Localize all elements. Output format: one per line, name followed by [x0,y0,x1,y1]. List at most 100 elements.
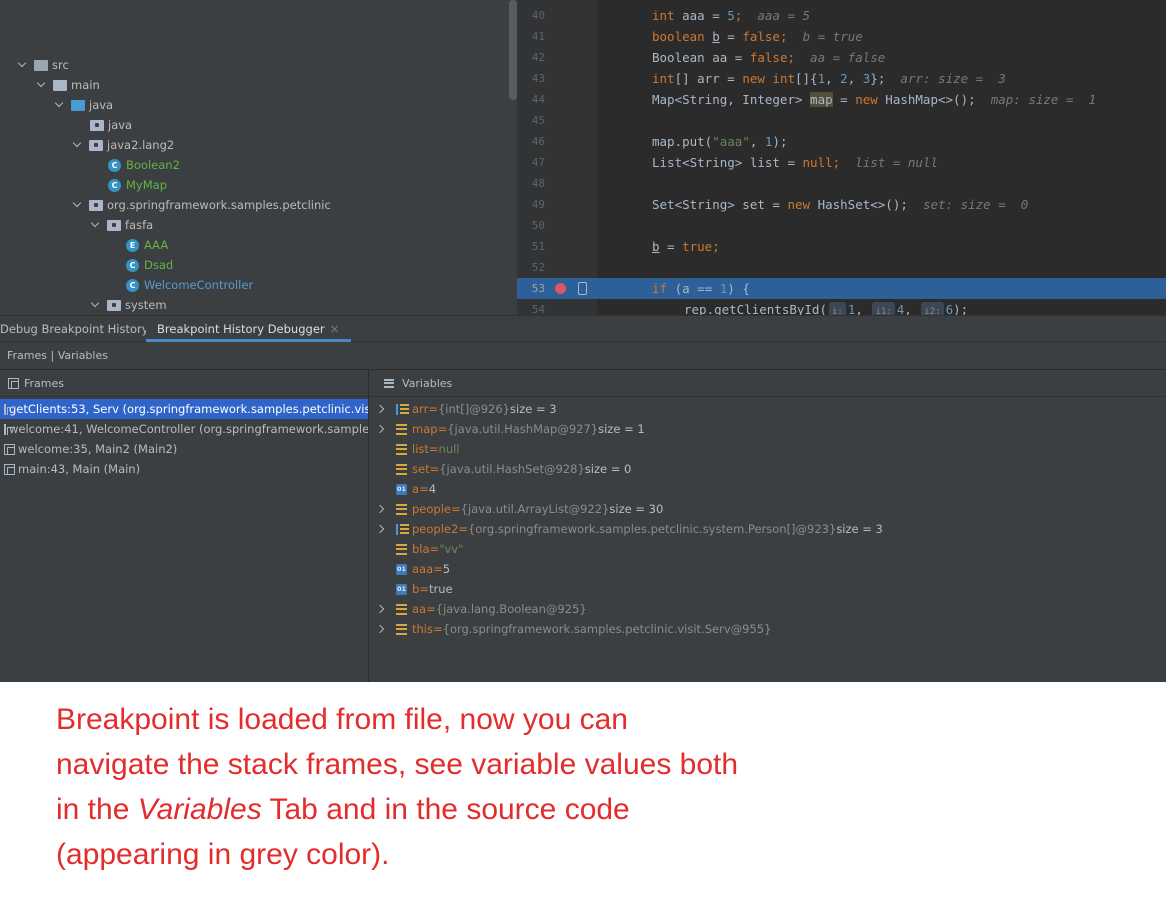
line-number: 50 [531,219,545,232]
object-icon [396,423,407,435]
stack-frame-row[interactable]: welcome:35, Main2 (Main2) [0,439,368,459]
object-icon [396,443,407,455]
stack-frame-row[interactable]: main:43, Main (Main) [0,459,368,479]
line-number: 40 [531,9,545,22]
tree-item-java-root[interactable]: java [55,95,113,115]
frames-panel: Frames getClients:53, Serv (org.springfr… [0,370,369,682]
enum-icon: E [126,238,139,252]
code-line[interactable]: 44 Map<String, Integer> map = new HashMa… [517,89,1166,110]
chevron-down-icon[interactable] [55,100,65,110]
code-text: boolean b = false; b = true [652,29,863,44]
variable-row-a[interactable]: 01 a = 4 [370,479,1166,499]
variables-header: Variables [370,370,1166,397]
tree-item-boolean2[interactable]: C Boolean2 [108,155,180,175]
class-icon: C [126,278,139,292]
code-line[interactable]: 49 Set<String> set = new HashSet<>(); se… [517,194,1166,215]
stack-frame-icon [4,423,15,435]
code-line[interactable]: 41 boolean b = false; b = true [517,26,1166,47]
chevron-down-icon[interactable] [73,200,83,210]
tree-item-mymap[interactable]: C MyMap [108,175,167,195]
tree-item-welcomecontroller[interactable]: C WelcomeController [126,275,253,295]
inline-value-hint: aaa = 5 [757,8,811,23]
chevron-right-icon[interactable] [377,604,387,614]
variables-panel: Variables arr = {int[]@926} size = 3 map… [370,370,1166,682]
chevron-right-icon[interactable] [377,404,387,414]
variable-row-this[interactable]: this = {org.springframework.samples.petc… [370,619,1166,639]
tree-item-java2-lang2[interactable]: java2.lang2 [73,135,174,155]
chevron-down-icon[interactable] [18,60,28,70]
line-number: 44 [531,93,545,106]
variable-row-map[interactable]: map = {java.util.HashMap@927} size = 1 [370,419,1166,439]
frames-variables-tab[interactable]: Frames | Variables [7,349,108,362]
parameter-hint: i: [829,302,846,315]
variable-row-arr[interactable]: arr = {int[]@926} size = 3 [370,399,1166,419]
class-icon: C [108,158,121,172]
chevron-down-icon[interactable] [37,80,47,90]
line-number: 49 [531,198,545,211]
variable-row-people[interactable]: people = {java.util.ArrayList@922} size … [370,499,1166,519]
variable-row-list[interactable]: list = null [370,439,1166,459]
tree-item-dsad[interactable]: C Dsad [126,255,173,275]
tree-item-src[interactable]: src [18,55,69,75]
tree-item-main[interactable]: main [37,75,100,95]
code-line[interactable]: 48 [517,173,1166,194]
tree-item-fasfa[interactable]: fasfa [91,215,153,235]
tree-item-petclinic[interactable]: org.springframework.samples.petclinic [73,195,331,215]
close-icon[interactable]: × [330,322,340,336]
inline-value-hint: arr: size = 3 [900,71,1006,86]
tree-scrollbar[interactable] [509,0,517,100]
annotation-caption: Breakpoint is loaded from file, now you … [56,703,739,871]
code-line[interactable]: 43 int[] arr = new int[]{1, 2, 3}; arr: … [517,68,1166,89]
code-line[interactable]: 45 [517,110,1166,131]
line-number: 45 [531,114,545,127]
code-line[interactable]: 47 List<String> list = null; list = null [517,152,1166,173]
code-line[interactable]: 52 [517,257,1166,278]
fold-marker-icon[interactable] [578,282,587,295]
primitive-icon: 01 [396,583,407,595]
chevron-right-icon[interactable] [377,524,387,534]
tree-item-system[interactable]: system [91,295,167,315]
code-line[interactable]: 46 map.put("aaa", 1); [517,131,1166,152]
stack-frame-row[interactable]: getClients:53, Serv (org.springframework… [0,399,368,419]
variable-row-bla[interactable]: bla = "vv" [370,539,1166,559]
line-number: 53 [531,282,545,295]
code-text: List<String> list = null; list = null [652,155,939,170]
line-number: 46 [531,135,545,148]
code-text: b = true; [652,239,720,254]
inline-value-hint: set: size = 0 [922,197,1029,212]
breakpoint-icon[interactable] [555,283,566,294]
code-line[interactable]: 54 rep.getClientsById(i: 1, i1: 4, i2: 6); [517,299,1166,315]
variable-row-aa[interactable]: aa = {java.lang.Boolean@925} [370,599,1166,619]
tree-item-aaa[interactable]: E AAA [126,235,168,255]
chevron-down-icon[interactable] [91,220,101,230]
source-root-folder-icon [71,99,85,111]
code-editor[interactable]: 40 int aaa = 5; aaa = 5 41 boolean b = f… [517,0,1166,315]
variable-row-b[interactable]: 01 b = true [370,579,1166,599]
code-line[interactable]: 42 Boolean aa = false; aa = false [517,47,1166,68]
stack-frame-row[interactable]: welcome:41, WelcomeController (org.sprin… [0,419,368,439]
code-line[interactable]: 40 int aaa = 5; aaa = 5 [517,5,1166,26]
chevron-right-icon[interactable] [377,504,387,514]
array-icon [396,403,409,415]
tab-breakpoint-history-debugger[interactable]: Breakpoint History Debugger × [146,316,351,342]
code-line[interactable]: 50 [517,215,1166,236]
chevron-down-icon[interactable] [73,140,83,150]
frames-header: Frames [0,370,368,397]
line-number: 51 [531,240,545,253]
variable-row-set[interactable]: set = {java.util.HashSet@928} size = 0 [370,459,1166,479]
code-text: int aaa = 5; aaa = 5 [652,8,811,23]
project-tree: src main java java java2.lang2 C Boolean… [0,0,510,315]
current-execution-line[interactable]: 53 if (a == 1) { [517,278,1166,299]
class-icon: C [126,258,139,272]
variable-row-aaa[interactable]: 01 aaa = 5 [370,559,1166,579]
chevron-right-icon[interactable] [377,624,387,634]
variable-row-people2[interactable]: people2 = {org.springframework.samples.p… [370,519,1166,539]
inline-value-hint: map: size = 1 [990,92,1097,107]
source-folder-icon [34,59,48,71]
code-line[interactable]: 51 b = true; [517,236,1166,257]
package-folder-icon [89,199,103,211]
tree-item-java-package[interactable]: java [90,115,132,135]
chevron-down-icon[interactable] [91,300,101,310]
code-text: if (a == 1) { [652,281,750,296]
chevron-right-icon[interactable] [377,424,387,434]
